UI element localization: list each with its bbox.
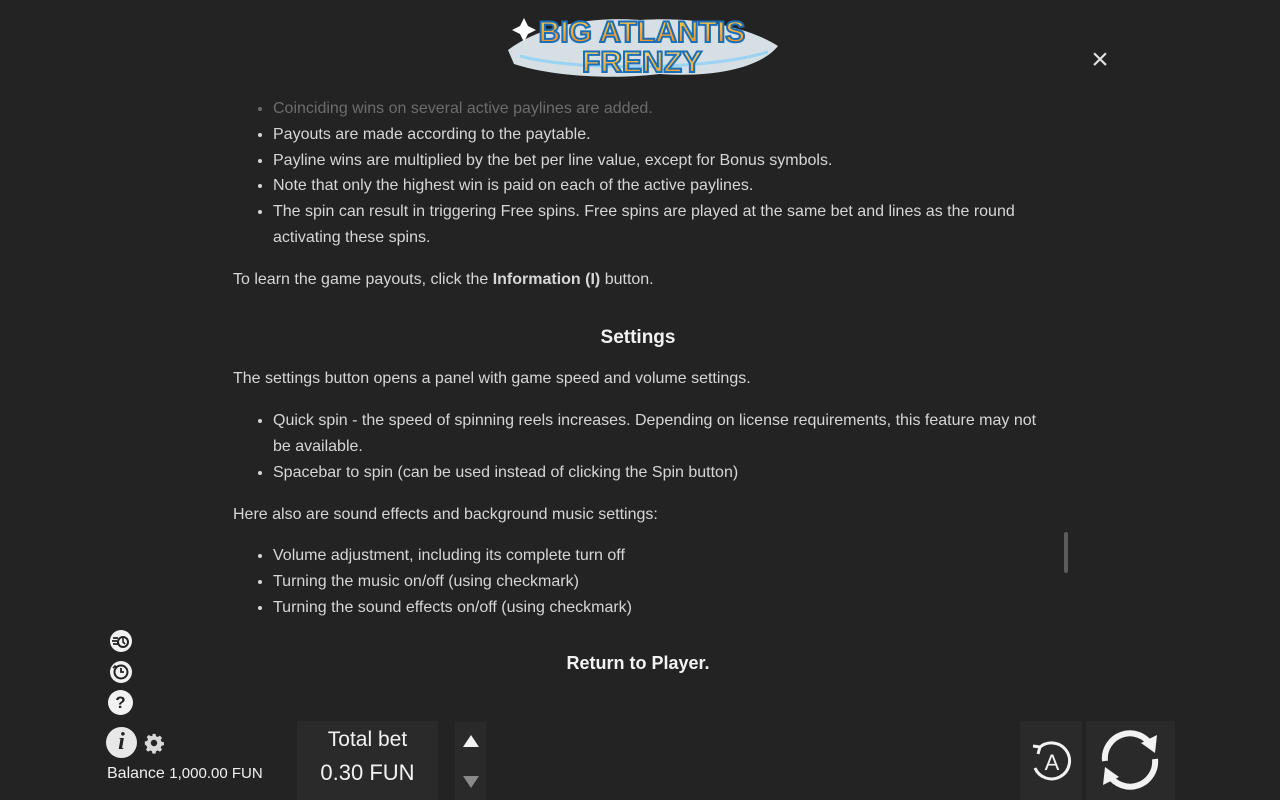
gear-icon[interactable] [143, 732, 165, 754]
balance-label: Balance [107, 765, 165, 782]
list-item: Note that only the highest win is paid o… [273, 173, 1043, 199]
payouts-prefix: To learn the game payouts, click the [233, 270, 493, 288]
balance-value: 1,000.00 FUN [169, 765, 263, 782]
list-item: Quick spin - the speed of spinning reels… [273, 408, 1043, 460]
autoplay-icon: A [1032, 741, 1072, 781]
logo-line2: FRENZY [582, 46, 702, 79]
autoplay-letter: A [1045, 750, 1060, 775]
close-button[interactable]: × [1086, 45, 1114, 75]
spin-button[interactable] [1086, 721, 1175, 800]
total-bet-panel[interactable]: Total bet 0.30 FUN [297, 721, 438, 800]
list-item: Volume adjustment, including its complet… [273, 543, 1043, 569]
settings-list: Quick spin - the speed of spinning reels… [233, 408, 1043, 485]
list-item: The spin can result in triggering Free s… [273, 199, 1043, 251]
list-item: Turning the music on/off (using checkmar… [273, 569, 1043, 595]
list-item: Coinciding wins on several active paylin… [273, 96, 1043, 122]
list-item: Spacebar to spin (can be used instead of… [273, 460, 1043, 486]
bet-decrease-button[interactable] [463, 776, 479, 788]
spin-icon [1101, 730, 1159, 790]
game-logo: BIG ATLANTIS FRENZY [508, 15, 778, 80]
settings-intro: The settings button opens a panel with g… [233, 370, 751, 388]
autoplay-button[interactable]: A [1020, 721, 1082, 800]
list-item: Turning the sound effects on/off (using … [273, 595, 1043, 621]
bet-increase-button[interactable] [463, 735, 479, 747]
balance-display: Balance 1,000.00 FUN [107, 765, 263, 783]
help-icon[interactable]: ? [108, 690, 133, 715]
scrollbar-thumb[interactable] [1064, 532, 1068, 573]
logo-line1: BIG ATLANTIS [539, 16, 746, 49]
payouts-bold: Information (I) [492, 270, 601, 288]
total-bet-label: Total bet [327, 728, 408, 751]
total-bet-value: 0.30 FUN [320, 760, 415, 785]
list-item: Payouts are made according to the paytab… [273, 122, 1043, 148]
bet-stepper [455, 722, 486, 800]
rules-content: Coinciding wins on several active paylin… [233, 96, 1043, 677]
info-icon[interactable]: i [106, 727, 137, 758]
payouts-suffix: button. [600, 270, 654, 288]
sound-intro: Here also are sound effects and backgrou… [233, 505, 658, 523]
turbo-icon[interactable] [108, 628, 134, 654]
list-item: Payline wins are multiplied by the bet p… [273, 148, 1043, 174]
return-to-player-link[interactable]: Return to Player. [233, 651, 1043, 677]
payouts-paragraph: To learn the game payouts, click the Inf… [233, 267, 1043, 293]
sound-list: Volume adjustment, including its complet… [233, 543, 1043, 620]
settings-heading: Settings [600, 326, 676, 348]
paylines-list: Coinciding wins on several active paylin… [233, 96, 1043, 251]
history-icon[interactable] [108, 659, 134, 685]
